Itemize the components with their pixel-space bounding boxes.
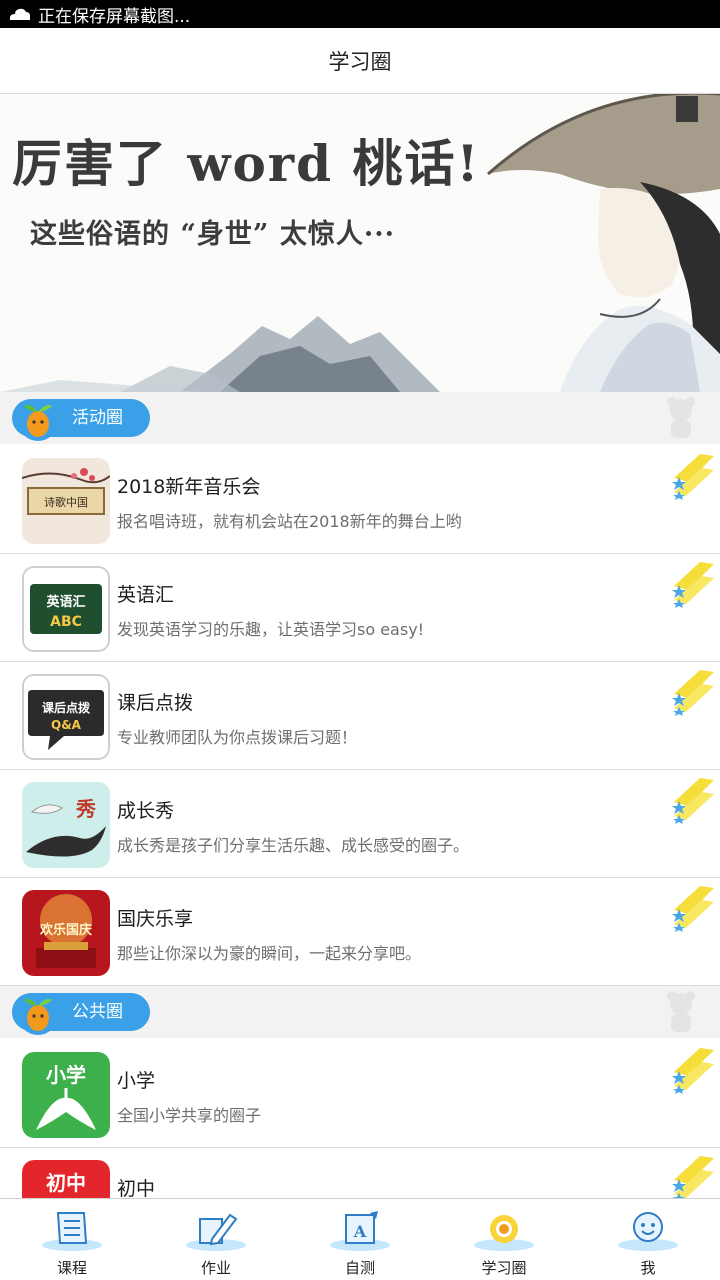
- pencil-icon: [186, 1213, 246, 1251]
- item-thumbnail: 小学: [22, 1052, 110, 1138]
- thumb-text: 初中: [46, 1171, 86, 1195]
- shooting-star-icon: [672, 886, 714, 932]
- shooting-star-icon: [672, 1048, 714, 1094]
- book-icon: [42, 1212, 102, 1251]
- banner-title: 厉害了 word 桃话!: [12, 134, 481, 193]
- thumb-text: 小学: [46, 1063, 86, 1087]
- list-item-music[interactable]: 诗歌中国 2018新年音乐会 报名唱诗班，就有机会站在2018新年的舞台上哟: [0, 446, 720, 554]
- item-title: 成长秀: [117, 800, 175, 822]
- item-title: 小学: [117, 1070, 156, 1092]
- item-desc: 发现英语学习的乐趣，让英语学习so easy!: [117, 620, 425, 639]
- item-desc: 专业教师团队为你点拨课后习题！: [117, 728, 358, 747]
- sprout-icon: [18, 995, 58, 1035]
- tab-label: 学习圈: [481, 1259, 527, 1277]
- tab-label: 作业: [200, 1259, 231, 1277]
- item-title: 初中: [117, 1178, 156, 1200]
- page-title: 学习圈: [0, 28, 720, 94]
- tab-course[interactable]: 课程: [0, 1199, 144, 1280]
- banner-subtitle: 这些俗语的 “身世” 太惊人···: [30, 219, 396, 250]
- list-item-national-day[interactable]: 欢乐国庆 国庆乐享 那些让你深以为豪的瞬间，一起来分享吧。: [0, 878, 720, 986]
- shooting-star-icon: [672, 562, 714, 608]
- mascot-icon: [667, 991, 695, 1032]
- item-desc: 全国小学共享的圈子: [117, 1106, 262, 1125]
- item-thumbnail: 英语汇 ABC: [22, 566, 110, 652]
- item-title: 英语汇: [117, 584, 175, 606]
- thumb-text: 欢乐国庆: [39, 922, 92, 938]
- banner[interactable]: 厉害了 word 桃话! 这些俗语的 “身世” 太惊人···: [0, 94, 720, 392]
- test-icon: A: [330, 1211, 390, 1251]
- thumb-text: 秀: [75, 797, 96, 821]
- thumb-text: 诗歌中国: [44, 495, 88, 509]
- tab-label: 我: [640, 1259, 656, 1277]
- item-desc: 报名唱诗班，就有机会站在2018新年的舞台上哟: [117, 512, 462, 531]
- item-thumbnail: 诗歌中国: [22, 458, 110, 544]
- face-icon: [618, 1212, 678, 1251]
- section-activity: 活动圈: [0, 392, 720, 444]
- sprout-icon: [18, 401, 58, 441]
- shooting-star-icon: [672, 778, 714, 824]
- shooting-star-icon: [672, 454, 714, 500]
- shooting-star-icon: [672, 670, 714, 716]
- item-thumbnail: 课后点拨 Q&A: [22, 674, 110, 760]
- item-desc: 成长秀是孩子们分享生活乐趣、成长感受的圈子。: [117, 836, 470, 855]
- tab-label: 自测: [344, 1259, 375, 1277]
- item-thumbnail: 秀: [22, 782, 110, 868]
- thumb-sub: Q&A: [51, 718, 82, 732]
- tab-study-circle[interactable]: 学习圈: [432, 1199, 576, 1280]
- tab-homework[interactable]: 作业: [144, 1199, 288, 1280]
- thumb-sub: ABC: [50, 614, 82, 630]
- list-item-tutoring[interactable]: 课后点拨 Q&A 课后点拨 专业教师团队为你点拨课后习题！: [0, 662, 720, 770]
- item-title: 2018新年音乐会: [117, 476, 261, 498]
- circle-icon: [474, 1215, 534, 1251]
- item-title: 课后点拨: [117, 692, 194, 714]
- status-text: 正在保存屏幕截图...: [38, 6, 191, 27]
- status-bar: 正在保存屏幕截图...: [0, 0, 720, 28]
- section-label: 活动圈: [72, 408, 123, 428]
- item-title: 国庆乐享: [117, 908, 194, 930]
- section-public: 公共圈: [0, 986, 720, 1038]
- thumb-text: 英语汇: [45, 594, 85, 610]
- bottom-tab-bar: 课程 作业 A 自测 学习圈 我: [0, 1198, 720, 1280]
- mascot-icon: [667, 397, 695, 438]
- tab-me[interactable]: 我: [576, 1199, 720, 1280]
- item-desc: 那些让你深以为豪的瞬间，一起来分享吧。: [117, 944, 422, 963]
- shooting-star-icon: [672, 1156, 714, 1202]
- list-item-growth[interactable]: 秀 成长秀 成长秀是孩子们分享生活乐趣、成长感受的圈子。: [0, 770, 720, 878]
- list-item-primary[interactable]: 小学 小学 全国小学共享的圈子: [0, 1040, 720, 1148]
- cloud-icon: [10, 8, 30, 20]
- tab-label: 课程: [56, 1259, 87, 1277]
- thumb-text: 课后点拨: [42, 700, 91, 715]
- tab-self-test[interactable]: A 自测: [288, 1199, 432, 1280]
- list-item-english[interactable]: 英语汇 ABC 英语汇 发现英语学习的乐趣，让英语学习so easy!: [0, 554, 720, 662]
- item-thumbnail: 欢乐国庆: [22, 890, 110, 976]
- section-label: 公共圈: [72, 1002, 123, 1022]
- svg-text:A: A: [353, 1222, 367, 1241]
